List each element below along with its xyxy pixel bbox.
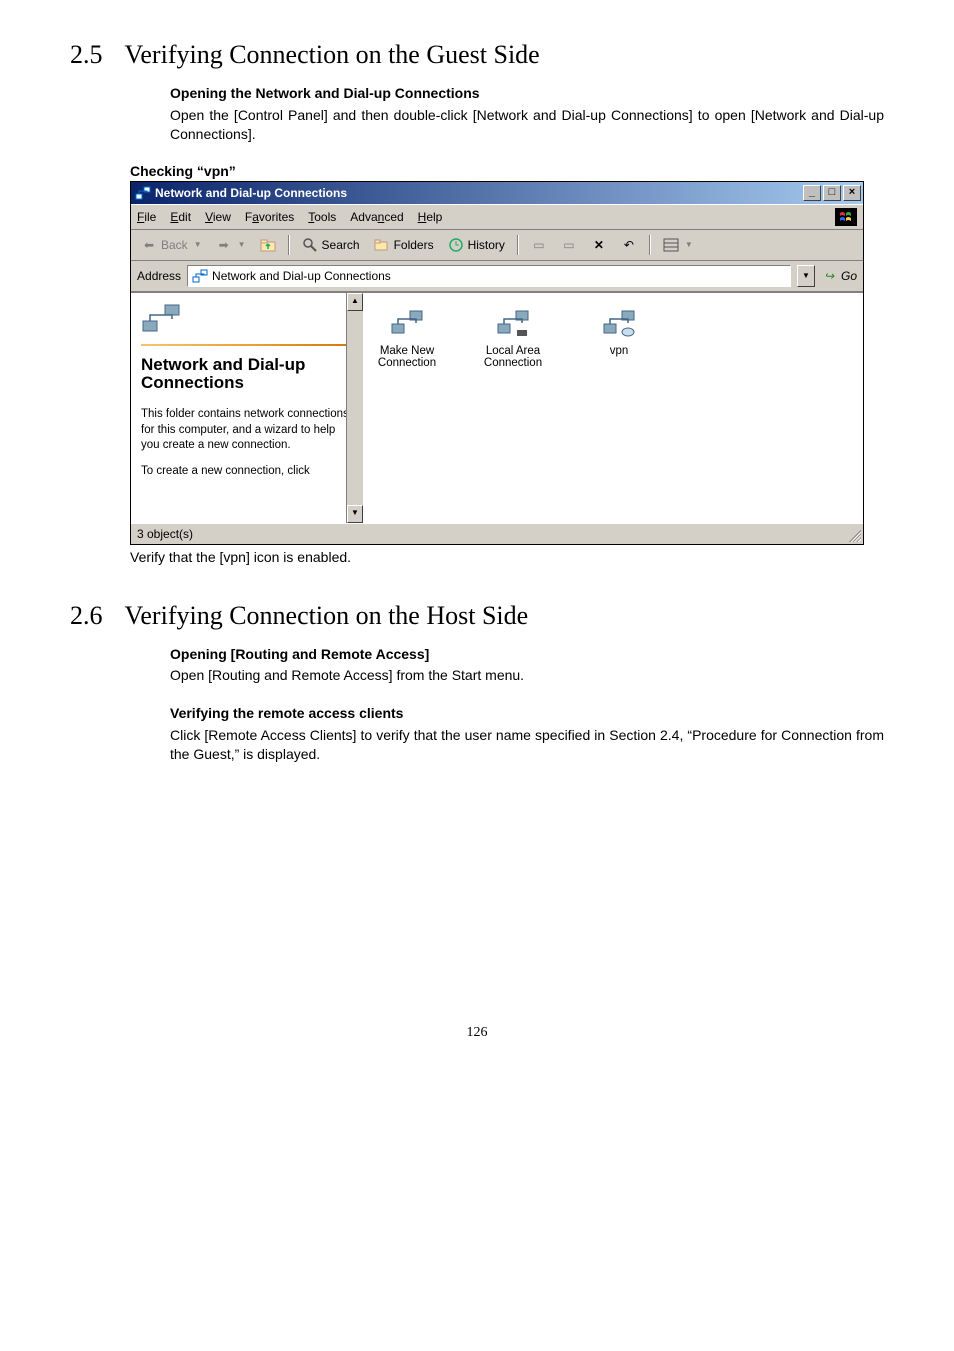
address-value: Network and Dial-up Connections [212,269,391,283]
chevron-down-icon: ▼ [238,240,246,249]
address-field[interactable]: Network and Dial-up Connections [187,265,791,287]
history-icon [448,237,464,253]
status-text: 3 object(s) [137,527,193,541]
up-button[interactable] [256,235,280,255]
right-pane: Make New Connection Local Area Connectio… [363,293,863,523]
statusbar: 3 object(s) [131,523,863,544]
back-icon: ⬅ [141,237,157,253]
section-num: 2.6 [70,601,103,630]
undo-button[interactable]: ↶ [617,235,641,255]
window-title: Network and Dial-up Connections [155,186,803,200]
forward-button[interactable]: ➡ ▼ [212,235,250,255]
menu-advanced[interactable]: Advanced [350,210,403,224]
verifying-clients-subhead: Verifying the remote access clients [170,704,884,724]
maximize-button[interactable]: □ [823,185,841,201]
go-button[interactable]: ↪ Go [821,268,857,284]
toolbar: ⬅ Back ▼ ➡ ▼ Search Folders [131,230,863,261]
titlebar-icon [135,185,151,201]
menu-tools[interactable]: Tools [308,210,336,224]
opening-routing-body: Open [Routing and Remote Access] from th… [170,666,884,686]
delete-icon: ✕ [591,237,607,253]
opening-routing-subhead: Opening [Routing and Remote Access] [170,645,884,665]
chevron-down-icon: ▼ [194,240,202,249]
checking-vpn-head: Checking “vpn” [130,163,884,179]
minimize-button[interactable]: _ [803,185,821,201]
scroll-down-button[interactable]: ▼ [347,505,363,523]
verifying-clients-block: Verifying the remote access clients Clic… [170,704,884,765]
folder-title: Network and Dial-up Connections [141,356,353,393]
views-button[interactable]: ▼ [659,235,697,255]
section-2-5-title: 2.5 Verifying Connection on the Guest Sid… [70,40,884,70]
conn-label: vpn [583,345,655,357]
menu-view[interactable]: View [205,210,231,224]
back-label: Back [161,238,188,252]
up-folder-icon [260,237,276,253]
opening-routing-block: Opening [Routing and Remote Access] Open… [170,645,884,686]
close-button[interactable]: × [843,185,861,201]
menubar: File Edit View Favorites Tools Advanced … [131,204,863,230]
screenshot-caption: Verify that the [vpn] icon is enabled. [130,549,884,565]
conn-label: Make New Connection [371,345,443,369]
address-label: Address [137,269,181,283]
folder-large-icon [141,301,181,338]
delete-button[interactable]: ✕ [587,235,611,255]
go-icon: ↪ [821,268,837,284]
folders-icon [374,237,390,253]
content-area: Network and Dial-up Connections This fol… [131,292,863,523]
folder-hint: To create a new connection, click [141,464,353,480]
verifying-clients-body: Click [Remote Access Clients] to verify … [170,726,884,765]
move-to-icon: ▭ [531,237,547,253]
forward-icon: ➡ [216,237,232,253]
left-pane: Network and Dial-up Connections This fol… [131,293,363,523]
windows-logo-icon [835,208,857,226]
conn-item-local-area[interactable]: Local Area Connection [477,305,549,369]
go-label: Go [841,269,857,283]
search-icon [302,237,318,253]
copy-to-icon: ▭ [561,237,577,253]
search-button[interactable]: Search [298,235,364,255]
menu-favorites[interactable]: Favorites [245,210,294,224]
resize-grip[interactable] [849,530,861,542]
conn-item-vpn[interactable]: vpn [583,305,655,357]
search-label: Search [322,238,360,252]
opening-network-block: Opening the Network and Dial-up Connecti… [170,84,884,145]
history-label: History [468,238,505,252]
folders-label: Folders [394,238,434,252]
section-2-6-title: 2.6 Verifying Connection on the Host Side [70,601,884,631]
undo-icon: ↶ [621,237,637,253]
address-dropdown[interactable]: ▼ [797,265,815,287]
menu-file[interactable]: File [137,210,156,224]
gradient-divider [141,344,353,346]
history-button[interactable]: History [444,235,509,255]
page-number: 126 [70,1025,884,1041]
chevron-down-icon: ▼ [685,240,693,249]
address-icon [192,268,208,284]
local-area-connection-icon [477,305,549,341]
opening-network-body: Open the [Control Panel] and then double… [170,106,884,145]
network-connections-window: Network and Dial-up Connections _ □ × Fi… [130,181,864,545]
opening-network-subhead: Opening the Network and Dial-up Connecti… [170,84,884,104]
vpn-icon [583,305,655,341]
back-button[interactable]: ⬅ Back ▼ [137,235,206,255]
folder-description: This folder contains network connections… [141,407,353,454]
menu-edit[interactable]: Edit [170,210,191,224]
views-icon [663,237,679,253]
make-new-connection-icon [371,305,443,341]
section-num: 2.5 [70,40,103,69]
copy-to-button[interactable]: ▭ [557,235,581,255]
scroll-up-button[interactable]: ▲ [347,293,363,311]
folders-button[interactable]: Folders [370,235,438,255]
left-scrollbar[interactable]: ▲ ▼ [346,293,363,523]
titlebar: Network and Dial-up Connections _ □ × [131,182,863,204]
conn-item-make-new[interactable]: Make New Connection [371,305,443,369]
section-text: Verifying Connection on the Host Side [125,601,529,630]
section-text: Verifying Connection on the Guest Side [125,40,540,69]
address-bar: Address Network and Dial-up Connections … [131,261,863,292]
menu-help[interactable]: Help [418,210,443,224]
move-to-button[interactable]: ▭ [527,235,551,255]
conn-label: Local Area Connection [477,345,549,369]
